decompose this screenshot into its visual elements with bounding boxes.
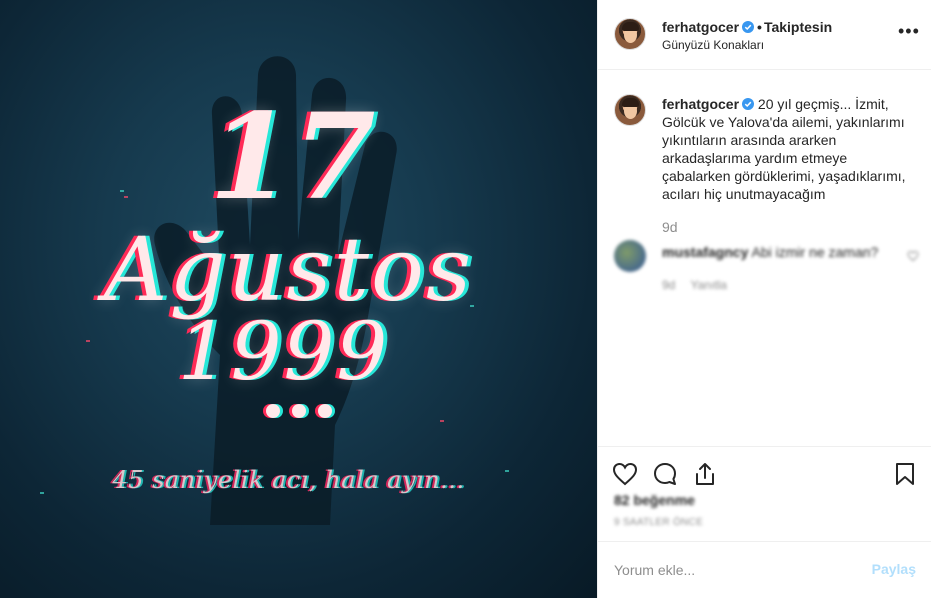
caption-timestamp[interactable]: 9d: [662, 219, 678, 235]
caption-text: ferhatgocer 20 yıl geçmiş... İzmit, Gölc…: [662, 95, 918, 203]
post-image[interactable]: 17 Ağustos 1999 45 saniyelik acı, hala a…: [0, 0, 597, 598]
post-header: ferhatgocer • Takiptesin Günyüzü Konakları…: [598, 0, 931, 70]
heart-icon[interactable]: [612, 461, 638, 487]
ellipsis-icon[interactable]: •••: [898, 22, 919, 44]
image-month-text: Ağustos: [103, 218, 474, 321]
comment-username[interactable]: mustafagncy: [662, 244, 748, 260]
header-username[interactable]: ferhatgocer: [662, 19, 739, 35]
separator-dot: •: [757, 19, 762, 35]
share-icon[interactable]: [692, 461, 718, 487]
likes-count[interactable]: 82 beğenme: [614, 492, 695, 508]
post-comment-button[interactable]: Paylaş: [872, 561, 916, 577]
comment-input[interactable]: [614, 560, 854, 580]
location-link[interactable]: Günyüzü Konakları: [662, 38, 764, 52]
avatar[interactable]: [614, 18, 646, 50]
comment-body: Abi izmir ne zaman?: [751, 244, 879, 260]
header-user-line: ferhatgocer • Takiptesin: [662, 19, 832, 35]
follow-status-button[interactable]: Takiptesin: [764, 19, 832, 35]
ellipsis-dots: [0, 404, 597, 418]
post-side-panel: ferhatgocer • Takiptesin Günyüzü Konakları…: [597, 0, 931, 598]
comment-text: mustafagncy Abi izmir ne zaman?: [662, 244, 878, 260]
heart-icon[interactable]: [907, 250, 919, 262]
verified-badge-icon: [742, 21, 755, 33]
comment-meta: 9d Yanıtla: [662, 278, 739, 292]
image-subtitle-text: 45 saniyelik acı, hala ayın...: [112, 466, 465, 494]
caption-username[interactable]: ferhatgocer: [662, 96, 739, 112]
reply-button[interactable]: Yanıtla: [690, 278, 726, 292]
comment-box: Paylaş: [598, 541, 931, 598]
bookmark-icon[interactable]: [892, 461, 918, 487]
comment-timestamp[interactable]: 9d: [662, 278, 675, 292]
image-year-text: 1999: [177, 305, 390, 398]
comment-icon[interactable]: [652, 461, 678, 487]
verified-badge-icon: [742, 98, 755, 110]
caption-avatar[interactable]: [614, 94, 646, 126]
post-timestamp[interactable]: 9 SAATLER ÖNCE: [614, 517, 703, 528]
image-day-text: 17: [209, 87, 378, 226]
comment-avatar[interactable]: [614, 240, 646, 272]
